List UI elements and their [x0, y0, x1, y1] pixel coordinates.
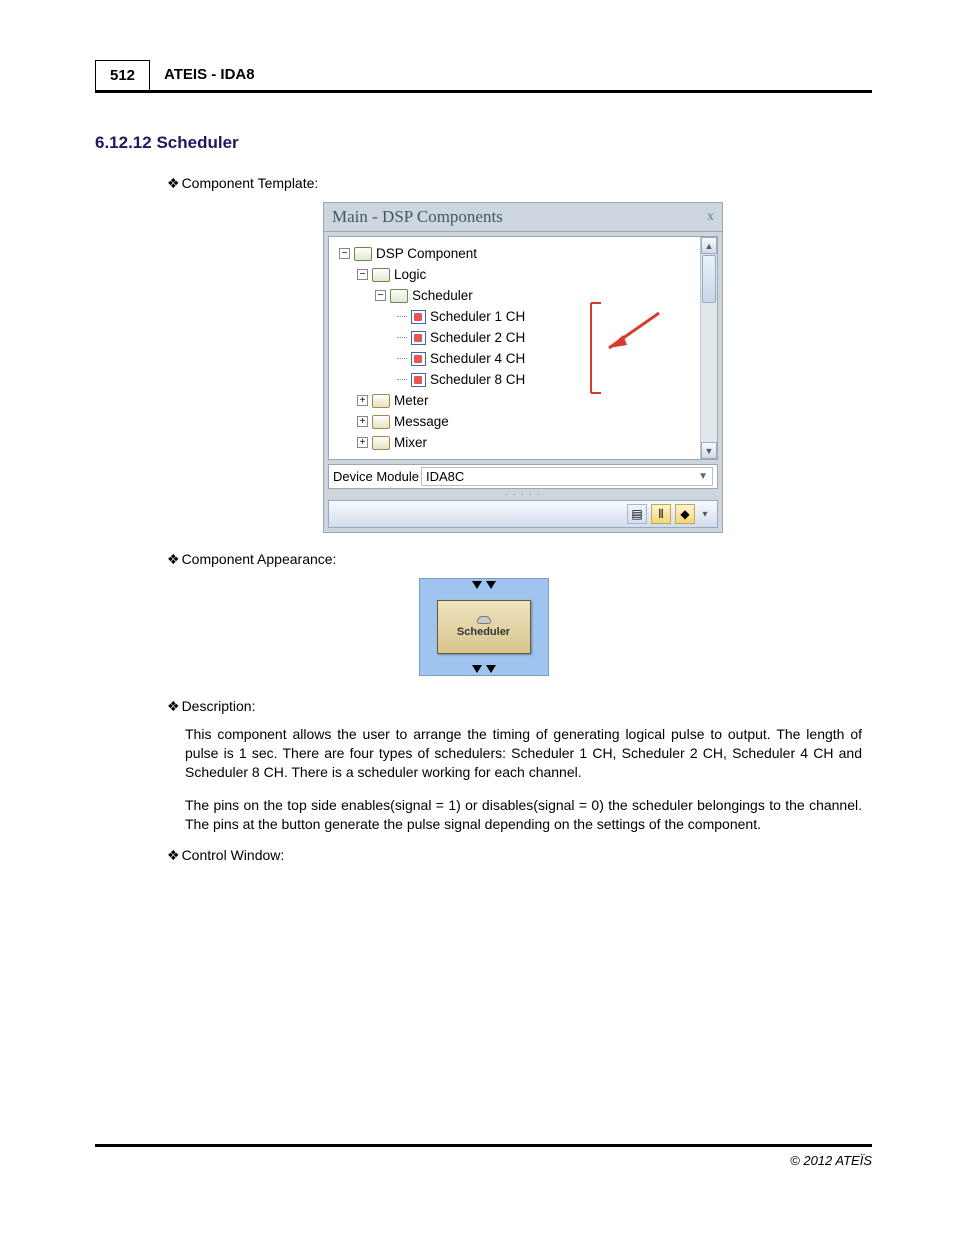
- component-item-icon: [411, 352, 426, 366]
- component-item-icon: [411, 331, 426, 345]
- tree-item-scheduler-2ch[interactable]: Scheduler 2 CH: [430, 330, 525, 345]
- toolbar-list-icon[interactable]: ▤: [627, 504, 647, 524]
- section-title-text: Scheduler: [156, 133, 238, 152]
- panel-title: Main - DSP Components: [332, 207, 503, 227]
- knob-icon: [477, 616, 491, 624]
- scroll-thumb[interactable]: [702, 255, 716, 303]
- scroll-up-icon[interactable]: ▲: [701, 237, 717, 254]
- component-item-icon: [411, 310, 426, 324]
- description-paragraph-1: This component allows the user to arrang…: [185, 725, 862, 782]
- component-appearance-preview: Scheduler: [419, 578, 549, 676]
- toolbar-align-icon[interactable]: ⫴: [651, 504, 671, 524]
- diamond-icon: ❖: [167, 551, 180, 567]
- tree-view[interactable]: − DSP Component − Logic − Scheduler: [329, 237, 700, 459]
- bullet-component-appearance: ❖Component Appearance:: [167, 551, 872, 568]
- folder-open-icon: [372, 268, 390, 282]
- pin-icon: [472, 665, 482, 673]
- tree-item-meter[interactable]: Meter: [394, 393, 429, 408]
- folder-closed-icon: [372, 436, 390, 450]
- expander-minus-icon[interactable]: −: [357, 269, 368, 280]
- bullet-description: ❖Description:: [167, 698, 872, 715]
- pin-icon: [486, 581, 496, 589]
- section-heading: 6.12.12 Scheduler: [95, 133, 872, 153]
- scrollbar[interactable]: ▲ ▼: [700, 237, 717, 459]
- tree-item-logic[interactable]: Logic: [394, 267, 426, 282]
- expander-plus-icon[interactable]: +: [357, 416, 368, 427]
- description-paragraph-2: The pins on the top side enables(signal …: [185, 796, 862, 834]
- diamond-icon: ❖: [167, 175, 180, 191]
- page-footer: © 2012 ATEÏS: [95, 1144, 872, 1168]
- folder-open-icon: [390, 289, 408, 303]
- expander-plus-icon[interactable]: +: [357, 437, 368, 448]
- expander-minus-icon[interactable]: −: [339, 248, 350, 259]
- page-number: 512: [95, 60, 150, 90]
- bullet-control-window: ❖Control Window:: [167, 847, 872, 864]
- diamond-icon: ❖: [167, 698, 180, 714]
- section-number: 6.12.12: [95, 133, 152, 152]
- chevron-down-icon[interactable]: ▾: [699, 509, 711, 520]
- device-module-value: IDA8C: [426, 469, 464, 484]
- toolbar-chat-icon[interactable]: ◆: [675, 504, 695, 524]
- bullet-component-template: ❖Component Template:: [167, 175, 872, 192]
- tree-item-scheduler-8ch[interactable]: Scheduler 8 CH: [430, 372, 525, 387]
- device-module-label: Device Module: [333, 469, 419, 484]
- tree-item-mixer[interactable]: Mixer: [394, 435, 427, 450]
- tree-item-message[interactable]: Message: [394, 414, 449, 429]
- expander-plus-icon[interactable]: +: [357, 395, 368, 406]
- tree-item-scheduler-4ch[interactable]: Scheduler 4 CH: [430, 351, 525, 366]
- diamond-icon: ❖: [167, 847, 180, 863]
- tree-item-scheduler[interactable]: Scheduler: [412, 288, 473, 303]
- component-item-icon: [411, 373, 426, 387]
- pin-icon: [486, 665, 496, 673]
- dsp-components-panel: Main - DSP Components x − DSP Component: [323, 202, 723, 533]
- device-module-select[interactable]: IDA8C ▼: [421, 467, 713, 486]
- chevron-down-icon: ▼: [698, 471, 708, 482]
- folder-closed-icon: [372, 415, 390, 429]
- folder-closed-icon: [372, 394, 390, 408]
- scroll-down-icon[interactable]: ▼: [701, 442, 717, 459]
- scheduler-component-box: Scheduler: [437, 600, 531, 654]
- document-title: ATEIS - IDA8: [164, 60, 255, 90]
- tree-item-scheduler-1ch[interactable]: Scheduler 1 CH: [430, 309, 525, 324]
- component-label: Scheduler: [457, 626, 510, 638]
- tree-item-dsp-component[interactable]: DSP Component: [376, 246, 477, 261]
- pin-icon: [472, 581, 482, 589]
- status-toolbar: ▤ ⫴ ◆ ▾: [328, 500, 718, 528]
- resize-grip-icon[interactable]: · · · · ·: [324, 489, 722, 496]
- close-icon[interactable]: x: [707, 209, 714, 225]
- expander-minus-icon[interactable]: −: [375, 290, 386, 301]
- folder-open-icon: [354, 247, 372, 261]
